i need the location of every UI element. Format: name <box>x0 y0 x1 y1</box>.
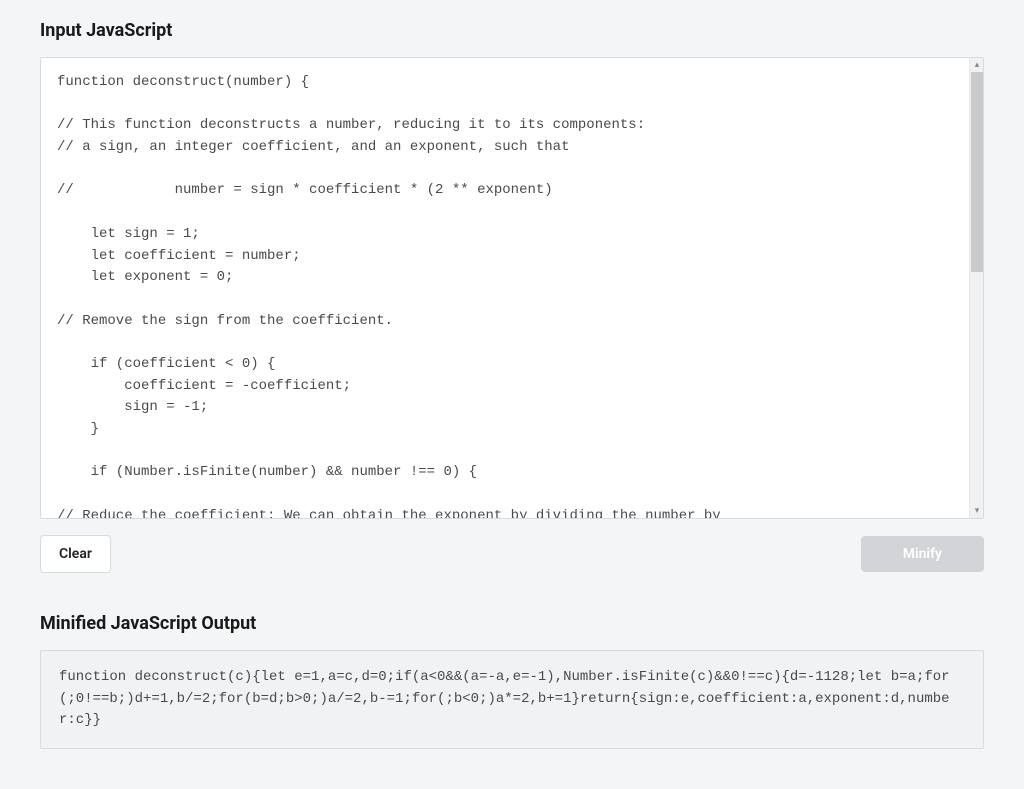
output-code-container: function deconstruct(c){let e=1,a=c,d=0;… <box>40 650 984 749</box>
scrollbar-vertical[interactable] <box>969 58 983 518</box>
scrollbar-thumb[interactable] <box>971 72 983 272</box>
button-row: Clear Minify <box>40 535 984 573</box>
javascript-input-textarea[interactable] <box>41 58 969 518</box>
minify-button[interactable]: Minify <box>861 536 984 572</box>
output-section-title: Minified JavaScript Output <box>40 613 984 634</box>
clear-button[interactable]: Clear <box>40 535 111 573</box>
minified-output-text: function deconstruct(c){let e=1,a=c,d=0;… <box>59 667 965 732</box>
input-section-title: Input JavaScript <box>40 20 984 41</box>
input-code-container <box>40 57 984 519</box>
